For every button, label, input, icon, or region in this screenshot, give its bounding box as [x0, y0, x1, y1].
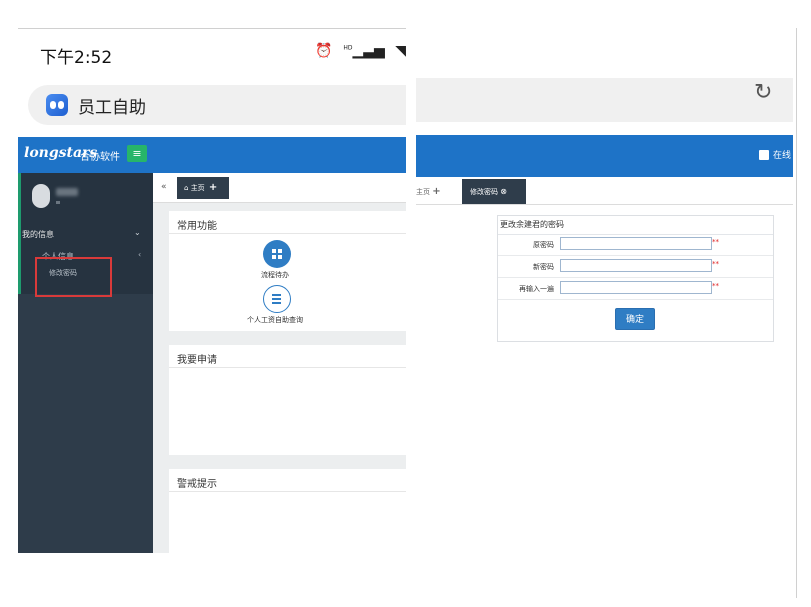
- card-title-alert: 警戒提示: [177, 479, 217, 490]
- card-divider: [169, 491, 406, 492]
- sidebar-menu: 我的信息 ⌄ 个人信息 ‹ 修改密码: [18, 173, 153, 297]
- status-time: 下午2:52: [40, 48, 113, 68]
- card-divider: [169, 367, 406, 368]
- menu-toggle-button[interactable]: ≡: [127, 145, 147, 162]
- row-divider: [498, 255, 773, 256]
- avatar[interactable]: [32, 184, 50, 208]
- row-divider: [498, 277, 773, 278]
- app-title: 员工自助: [78, 98, 146, 118]
- plus-icon: +: [432, 186, 441, 197]
- new-password-input[interactable]: [560, 259, 712, 272]
- row-divider: [498, 299, 773, 300]
- tab-home[interactable]: ⌂ 主页 +: [177, 177, 229, 199]
- tabs-bar: « ⌂ 主页 +: [153, 173, 406, 203]
- old-password-label: 原密码: [533, 241, 554, 249]
- main-content: « ⌂ 主页 + 常用功能 流程待办 个人工资自助查询 我要申请 警戒提示: [153, 173, 406, 553]
- sidebar-accent: [18, 173, 21, 294]
- signal-icon: HD▁▃▅: [343, 43, 385, 59]
- left-screenshot: 下午2:52 ⏰ HD▁▃▅ ◥ 员工自助 longstars 合协软件 ≡ 我…: [18, 28, 406, 553]
- online-icon: [759, 150, 769, 160]
- tab-scroll-back-button[interactable]: «: [161, 182, 167, 192]
- tabs-bar: 主页 + 修改密码 ⊗: [416, 177, 793, 205]
- online-label[interactable]: 在线: [773, 148, 791, 161]
- sidebar: 我的信息 ⌄ 个人信息 ‹ 修改密码: [18, 173, 153, 553]
- tab-change-password[interactable]: 修改密码 ⊗: [462, 179, 526, 204]
- status-bar: 下午2:52 ⏰ HD▁▃▅ ◥: [18, 29, 406, 77]
- card-title-apply: 我要申请: [177, 355, 217, 366]
- status-icons: ⏰ HD▁▃▅ ◥: [309, 43, 406, 59]
- app-title-bar: 员工自助: [28, 85, 406, 125]
- highlight-annotation-box: [35, 257, 112, 297]
- required-mark: **: [712, 260, 719, 268]
- alert-card: 警戒提示: [169, 469, 406, 553]
- top-navbar: 在线: [416, 135, 793, 177]
- alarm-icon: ⏰: [315, 43, 333, 59]
- common-functions-card: 常用功能 流程待办 个人工资自助查询: [169, 211, 406, 331]
- user-name-blurred: [56, 188, 78, 196]
- close-icon[interactable]: ⊗: [500, 187, 507, 196]
- app-logo-icon: [46, 94, 68, 116]
- tab-change-password-label: 修改密码: [470, 188, 498, 196]
- tab-home[interactable]: 主页 +: [416, 186, 441, 197]
- wifi-icon: ◥: [395, 43, 406, 59]
- card-divider: [169, 233, 406, 234]
- app-title-bar: [416, 78, 793, 122]
- change-password-form: 更改余建君的密码 原密码 ** 新密码 ** 再输入一遍 ** 确定: [497, 215, 774, 342]
- confirm-password-input[interactable]: [560, 281, 712, 294]
- right-screenshot: ↻ 在线 主页 + 修改密码 ⊗ 更改余建君的密码 原密码 ** 新密码 ** …: [416, 28, 793, 553]
- list-icon[interactable]: [263, 285, 291, 313]
- confirm-password-label: 再输入一遍: [519, 285, 554, 293]
- new-password-label: 新密码: [533, 263, 554, 271]
- confirm-button[interactable]: 确定: [615, 308, 655, 330]
- sidebar-item-my-info[interactable]: 我的信息: [22, 229, 54, 240]
- edge-divider: [796, 28, 797, 598]
- home-icon: ⌂: [184, 184, 189, 192]
- card-title-common: 常用功能: [177, 221, 217, 232]
- required-mark: **: [712, 238, 719, 246]
- form-title: 更改余建君的密码: [498, 216, 773, 235]
- user-sub-blurred: [56, 201, 60, 204]
- tab-home-label: 主页: [190, 184, 205, 192]
- chevron-left-icon: ‹: [138, 250, 142, 259]
- grid-icon[interactable]: [263, 240, 291, 268]
- tab-home-label: 主页: [416, 188, 430, 196]
- plus-icon: +: [208, 182, 218, 193]
- top-navbar: longstars 合协软件 ≡: [18, 137, 406, 173]
- refresh-icon[interactable]: ↻: [754, 80, 772, 105]
- apply-card: 我要申请: [169, 345, 406, 455]
- chevron-down-icon: ⌄: [134, 228, 141, 237]
- required-mark: **: [712, 282, 719, 290]
- brand-subtitle: 合协软件: [80, 152, 120, 163]
- function-pending-flow[interactable]: 流程待办: [261, 270, 289, 280]
- function-salary-query[interactable]: 个人工资自助查询: [247, 315, 303, 325]
- old-password-input[interactable]: [560, 237, 712, 250]
